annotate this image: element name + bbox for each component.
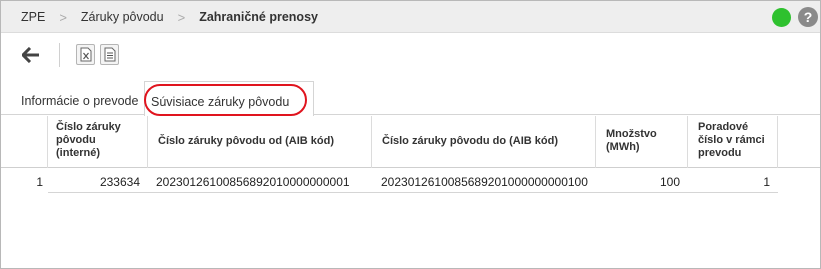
breadcrumb-bar: ZPE > Záruky pôvodu > Zahraničné prenosy… xyxy=(1,1,820,33)
cell-sequence: 1 xyxy=(763,175,770,189)
cell-index: 1 xyxy=(36,175,43,189)
back-button[interactable] xyxy=(18,42,44,68)
column-header-index xyxy=(1,116,48,168)
toolbar-divider xyxy=(59,43,60,67)
app-window: ZPE > Záruky pôvodu > Zahraničné prenosy… xyxy=(0,0,821,269)
breadcrumb-item-zpe[interactable]: ZPE xyxy=(21,10,45,24)
toolbar xyxy=(1,34,820,76)
table-row[interactable]: 1 233634 20230126100856892010000000001 2… xyxy=(1,168,820,192)
column-header-internal-number[interactable]: Číslo záruky pôvodu (interné) xyxy=(48,116,148,168)
excel-file-icon xyxy=(80,47,91,62)
tab-transfer-info[interactable]: Informácie o prevode xyxy=(21,81,138,115)
cell-internal-number: 233634 xyxy=(99,175,140,189)
cell-aib-to: 2023012610085689201000000000100 xyxy=(381,175,588,189)
cell-aib-from: 20230126100856892010000000001 xyxy=(156,175,350,189)
breadcrumb-current: Zahraničné prenosy xyxy=(199,10,318,24)
tab-related-guarantees[interactable]: Súvisiace záruky pôvodu xyxy=(144,81,314,116)
status-indicator-icon xyxy=(772,8,791,27)
tab-bar: Informácie o prevode Súvisiace záruky pô… xyxy=(1,81,820,116)
breadcrumb-separator: > xyxy=(177,9,186,25)
arrow-left-icon xyxy=(22,47,39,63)
help-icon[interactable]: ? xyxy=(798,7,818,27)
column-header-aib-to[interactable]: Číslo záruky pôvodu do (AIB kód) xyxy=(372,116,596,168)
export-document-button[interactable] xyxy=(100,44,119,65)
export-excel-button[interactable] xyxy=(76,44,95,65)
column-header-aib-from[interactable]: Číslo záruky pôvodu od (AIB kód) xyxy=(148,116,372,168)
row-divider xyxy=(48,192,778,193)
breadcrumb: ZPE > Záruky pôvodu > Zahraničné prenosy xyxy=(21,1,318,33)
guarantees-table: Číslo záruky pôvodu (interné) Číslo záru… xyxy=(1,116,820,192)
breadcrumb-separator: > xyxy=(59,9,67,25)
table-header: Číslo záruky pôvodu (interné) Číslo záru… xyxy=(1,116,820,168)
cell-quantity: 100 xyxy=(659,175,680,189)
breadcrumb-item-guarantees[interactable]: Záruky pôvodu xyxy=(81,10,164,24)
column-header-quantity[interactable]: Množstvo (MWh) xyxy=(596,116,688,168)
column-header-sequence[interactable]: Poradové číslo v rámci prevodu xyxy=(688,116,778,168)
document-icon xyxy=(104,47,115,62)
